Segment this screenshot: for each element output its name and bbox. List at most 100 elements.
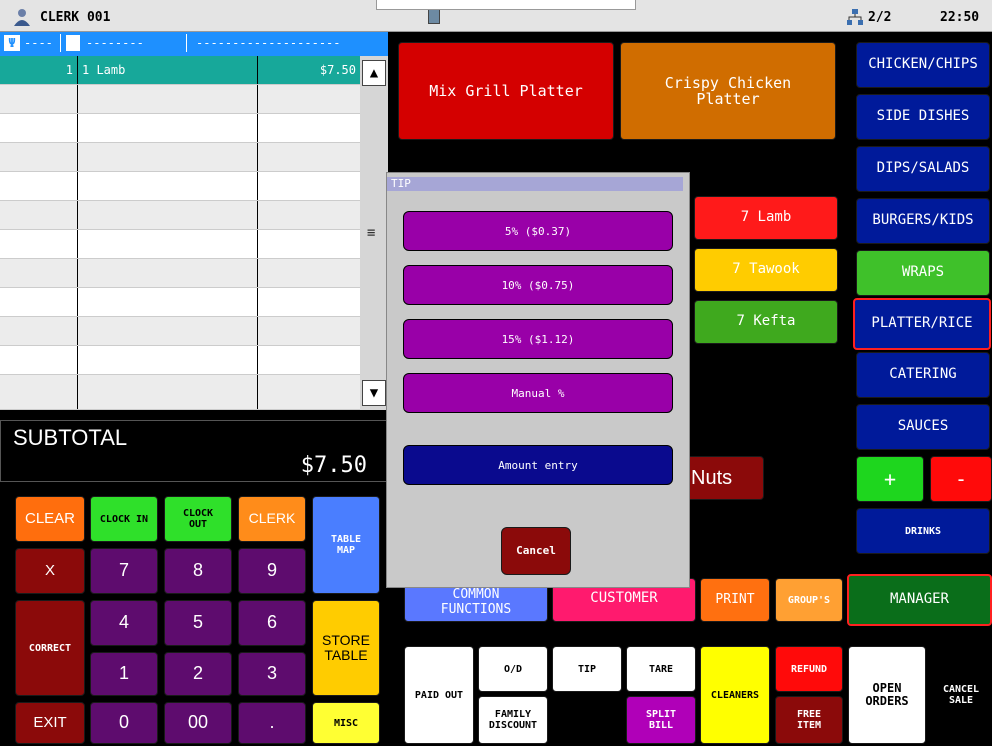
empty-row [0, 85, 360, 114]
key-9[interactable]: 9 [238, 548, 306, 594]
status-bar: CLERK 001 2/2 22:50 [0, 0, 992, 32]
clock-in-button[interactable]: CLOCK IN [90, 496, 158, 542]
minus-button[interactable]: - [930, 456, 992, 502]
key-dot[interactable]: . [238, 702, 306, 744]
tip-10-percent-button[interactable]: 10% ($0.75) [403, 265, 673, 305]
mix-grill-platter-button[interactable]: Mix Grill Platter [398, 42, 614, 140]
empty-row [0, 317, 360, 346]
tip-amount-entry-button[interactable]: Amount entry [403, 445, 673, 485]
crispy-chicken-platter-button[interactable]: Crispy Chicken Platter [620, 42, 836, 140]
key-1[interactable]: 1 [90, 652, 158, 696]
tip-15-percent-button[interactable]: 15% ($1.12) [403, 319, 673, 359]
lamb-button[interactable]: 7 Lamb [694, 196, 838, 240]
header-seg3: -------------------- [196, 36, 341, 50]
key-8[interactable]: 8 [164, 548, 232, 594]
plus-button[interactable]: + [856, 456, 924, 502]
order-row[interactable]: 1 1 Lamb $7.50 [0, 56, 360, 85]
clear-button[interactable]: CLEAR [15, 496, 85, 542]
header-sep2 [186, 34, 187, 52]
key-2[interactable]: 2 [164, 652, 232, 696]
category-side-dishes[interactable]: SIDE DISHES [856, 94, 990, 140]
clerk-label: CLERK 001 [40, 10, 111, 25]
key-7[interactable]: 7 [90, 548, 158, 594]
family-discount-button[interactable]: FAMILY DISCOUNT [478, 696, 548, 744]
empty-row [0, 230, 360, 259]
empty-row [0, 346, 360, 375]
split-bill-button[interactable]: SPLIT BILL [626, 696, 696, 744]
open-orders-button[interactable]: OPEN ORDERS [848, 646, 926, 744]
header-seg2: -------- [86, 36, 144, 50]
groups-button[interactable]: GROUP'S [775, 578, 843, 622]
empty-row [0, 143, 360, 172]
tip-dialog-title: TIP [387, 177, 683, 191]
manager-button[interactable]: MANAGER [847, 574, 992, 626]
key-00[interactable]: 00 [164, 702, 232, 744]
page-indicator: 2/2 [868, 10, 892, 25]
x-button[interactable]: X [15, 548, 85, 594]
cleaners-button[interactable]: CLEANERS [700, 646, 770, 744]
subtotal-amount: $7.50 [300, 453, 367, 478]
empty-row [0, 114, 360, 143]
category-burgers-kids[interactable]: BURGERS/KIDS [856, 198, 990, 244]
key-5[interactable]: 5 [164, 600, 232, 646]
tip-dialog: TIP 5% ($0.37) 10% ($0.75) 15% ($1.12) M… [386, 172, 690, 588]
store-table-button[interactable]: STORE TABLE [312, 600, 380, 696]
category-chicken-chips[interactable]: CHICKEN/CHIPS [856, 42, 990, 88]
nuts-button[interactable]: Nuts [686, 456, 764, 500]
category-wraps[interactable]: WRAPS [856, 250, 990, 296]
key-0[interactable]: 0 [90, 702, 158, 744]
kefta-button[interactable]: 7 Kefta [694, 300, 838, 344]
subtotal-panel: SUBTOTAL $7.50 [0, 420, 388, 482]
clerk-button[interactable]: CLERK [238, 496, 306, 542]
tip-manual-percent-button[interactable]: Manual % [403, 373, 673, 413]
misc-button[interactable]: MISC [312, 702, 380, 744]
scroll-down-icon[interactable]: ▼ [362, 380, 386, 406]
network-icon [846, 8, 864, 26]
tip-button[interactable]: TIP [552, 646, 622, 692]
tawook-button[interactable]: 7 Tawook [694, 248, 838, 292]
empty-row [0, 288, 360, 317]
category-sauces[interactable]: SAUCES [856, 404, 990, 450]
key-4[interactable]: 4 [90, 600, 158, 646]
print-button[interactable]: PRINT [700, 578, 770, 622]
cancel-sale-button[interactable]: CANCEL SALE [930, 646, 992, 744]
tip-cancel-button[interactable]: Cancel [501, 527, 571, 575]
key-6[interactable]: 6 [238, 600, 306, 646]
row-item-cell: 1 Lamb [78, 56, 258, 84]
category-dips-salads[interactable]: DIPS/SALADS [856, 146, 990, 192]
subtotal-label: SUBTOTAL [13, 425, 128, 450]
correct-button[interactable]: CORRECT [15, 600, 85, 696]
top-tab-strip [376, 0, 636, 10]
clock-out-button[interactable]: CLOCK OUT [164, 496, 232, 542]
table-map-button[interactable]: TABLE MAP [312, 496, 380, 594]
fork-knife-icon: Ψ [4, 35, 20, 51]
key-3[interactable]: 3 [238, 652, 306, 696]
category-platter-rice[interactable]: PLATTER/RICE [853, 298, 991, 350]
exit-button[interactable]: EXIT [15, 702, 85, 744]
tip-5-percent-button[interactable]: 5% ($0.37) [403, 211, 673, 251]
header-sep1 [60, 34, 61, 52]
refund-button[interactable]: REFUND [775, 646, 843, 692]
empty-row [0, 172, 360, 201]
row-qty: 1 [65, 63, 73, 77]
clock: 22:50 [940, 10, 980, 25]
scroll-grip-icon[interactable]: ≡ [367, 226, 381, 240]
row-item: 1 Lamb [82, 63, 126, 77]
row-price: $7.50 [319, 63, 356, 77]
order-list-header: Ψ ---- -------- -------------------- [0, 32, 388, 56]
order-list: 1 1 Lamb $7.50 [0, 56, 360, 410]
category-catering[interactable]: CATERING [856, 352, 990, 398]
row-qty-cell: 1 [0, 56, 78, 84]
scroll-up-icon[interactable]: ▲ [362, 60, 386, 86]
user-icon [12, 8, 32, 26]
empty-row [0, 375, 360, 410]
drinks-button[interactable]: DRINKS [856, 508, 990, 554]
tare-button[interactable]: TARE [626, 646, 696, 692]
header-seg1: ---- [24, 36, 53, 50]
empty-row [0, 259, 360, 288]
paid-out-button[interactable]: PAID OUT [404, 646, 474, 744]
note-icon [66, 35, 80, 51]
free-item-button[interactable]: FREE ITEM [775, 696, 843, 744]
od-button[interactable]: O/D [478, 646, 548, 692]
order-scrollbar[interactable]: ▲ ≡ ▼ [360, 56, 388, 410]
